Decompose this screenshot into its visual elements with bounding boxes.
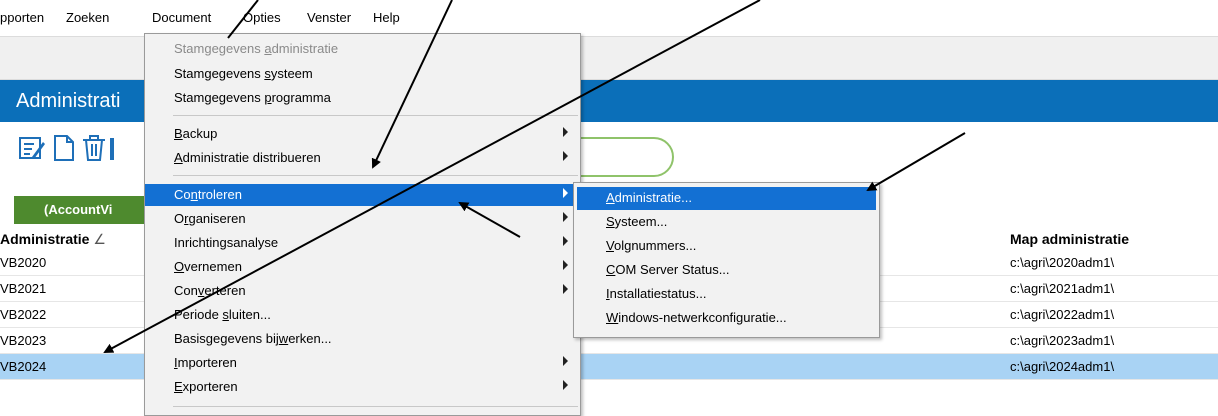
row-name: VB2024 (0, 359, 47, 374)
menu-item-administratie-distribueren[interactable]: Administratie distribueren (145, 147, 580, 169)
sort-icon: ∠ (93, 231, 106, 247)
menu-item-label: Periode sluiten... (174, 307, 271, 322)
menu-item-label: Administratie distribueren (174, 150, 321, 165)
menu-opties[interactable]: Opties (243, 10, 281, 25)
menu-document[interactable]: Document (152, 10, 211, 25)
menu-item-label: COM Server Status... (606, 262, 730, 277)
menu-item-periode-sluiten[interactable]: Periode sluiten... (145, 304, 580, 326)
row-folder: c:\agri\2021adm1\ (1010, 281, 1115, 296)
menu-item-converteren[interactable]: Converteren (145, 280, 580, 302)
row-name: VB2023 (0, 333, 47, 348)
menu-item-label: Basisgegevens bijwerken... (174, 331, 332, 346)
submenu-arrow-icon (563, 236, 568, 246)
submenu-item-windows-netwerkconfiguratie[interactable]: Windows-netwerkconfiguratie... (577, 307, 876, 330)
submenu-item-com-server-status[interactable]: COM Server Status... (577, 259, 876, 282)
menu-item-organiseren[interactable]: Organiseren (145, 208, 580, 230)
menu-item-label: Stamgegevens programma (174, 90, 331, 105)
menu-separator (173, 175, 578, 176)
menu-item-overnemen[interactable]: Overnemen (145, 256, 580, 278)
menu-item-stamgegevens-systeem[interactable]: Stamgegevens systeem (145, 63, 580, 85)
menu-item-label: Importeren (174, 355, 237, 370)
menu-item-label: Volgnummers... (606, 238, 697, 253)
menu-separator (173, 406, 578, 407)
delete-icon[interactable] (80, 133, 108, 163)
column-header-map-administratie[interactable]: Map administratie (1010, 231, 1129, 247)
menu-item-stamgegevens-programma[interactable]: Stamgegevens programma (145, 87, 580, 109)
tab-accountview[interactable]: (AccountVi (14, 196, 148, 224)
menu-bar: pporten Zoeken Document Opties Venster H… (0, 0, 1218, 34)
menu-item-label: Controleren (174, 187, 242, 202)
new-document-icon[interactable] (50, 133, 78, 163)
submenu-arrow-icon (563, 380, 568, 390)
row-folder: c:\agri\2024adm1\ (1010, 359, 1115, 374)
toolbar-icon-partial (110, 138, 114, 160)
submenu-arrow-icon (563, 127, 568, 137)
submenu-arrow-icon (563, 284, 568, 294)
menu-item-label: Stamgegevens administratie (174, 41, 339, 56)
menu-venster[interactable]: Venster (307, 10, 351, 25)
submenu-item-installatiestatus[interactable]: Installatiestatus... (577, 283, 876, 306)
submenu-arrow-icon (563, 260, 568, 270)
menu-item-label: Windows-netwerkconfiguratie... (606, 310, 787, 325)
row-name: VB2020 (0, 255, 47, 270)
menu-help[interactable]: Help (373, 10, 400, 25)
column-label: Administratie (0, 231, 90, 247)
submenu-arrow-icon (563, 356, 568, 366)
submenu-arrow-icon (563, 188, 568, 198)
menu-item-stamgegevens-administratie[interactable]: Stamgegevens administratie (145, 38, 580, 60)
menu-item-importeren[interactable]: Importeren (145, 352, 580, 374)
menu-item-label: Administratie... (606, 190, 692, 205)
row-folder: c:\agri\2023adm1\ (1010, 333, 1115, 348)
menu-item-label: Systeem... (606, 214, 668, 229)
column-header-administratie[interactable]: Administratie ∠ (0, 231, 106, 248)
submenu-item-systeem[interactable]: Systeem... (577, 211, 876, 234)
tab-label: (AccountVi (44, 202, 113, 217)
controleren-submenu: Administratie... Systeem... Volgnummers.… (573, 182, 880, 338)
menu-item-label: Installatiestatus... (606, 286, 707, 301)
row-folder: c:\agri\2020adm1\ (1010, 255, 1115, 270)
submenu-arrow-icon (563, 212, 568, 222)
menu-zoeken[interactable]: Zoeken (66, 10, 109, 25)
menu-item-basisgegevens-bijwerken[interactable]: Basisgegevens bijwerken... (145, 328, 580, 350)
menu-item-label: Converteren (174, 283, 246, 298)
page-title: Administrati (16, 90, 121, 112)
document-menu: Stamgegevens administratie Stamgegevens … (144, 33, 581, 416)
menu-item-backup[interactable]: Backup (145, 123, 580, 145)
menu-item-label: Backup (174, 126, 218, 141)
submenu-item-volgnummers[interactable]: Volgnummers... (577, 235, 876, 258)
menu-item-label: Overnemen (174, 259, 242, 274)
row-name: VB2022 (0, 307, 47, 322)
menu-item-label: Stamgegevens systeem (174, 66, 313, 81)
menu-item-label: Exporteren (174, 379, 238, 394)
row-folder: c:\agri\2022adm1\ (1010, 307, 1115, 322)
menu-item-label: Organiseren (174, 211, 246, 226)
menu-item-controleren[interactable]: Controleren (145, 184, 580, 206)
menu-item-exporteren[interactable]: Exporteren (145, 376, 580, 398)
menu-item-label: Inrichtingsanalyse (174, 235, 279, 250)
edit-icon[interactable] (18, 133, 46, 163)
submenu-item-administratie[interactable]: Administratie... (577, 187, 876, 210)
submenu-arrow-icon (563, 151, 568, 161)
menu-separator (173, 115, 578, 116)
menu-rapporten[interactable]: pporten (0, 10, 44, 25)
row-name: VB2021 (0, 281, 47, 296)
annotation-arrow (866, 132, 966, 192)
menu-item-inrichtingsanalyse[interactable]: Inrichtingsanalyse (145, 232, 580, 254)
